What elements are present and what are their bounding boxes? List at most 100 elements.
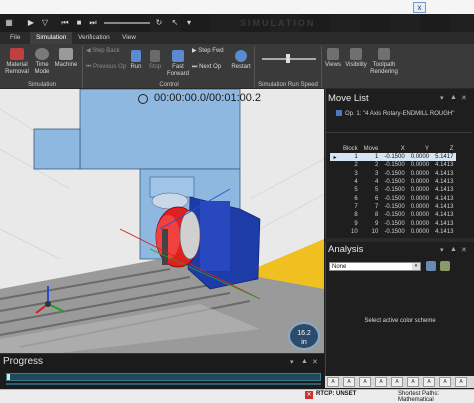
- table-cell: 4.1413: [435, 187, 454, 194]
- close-panel-icon[interactable]: ✕: [312, 358, 318, 366]
- panel-menu-icon[interactable]: ▾: [440, 94, 444, 102]
- row-marker: [330, 161, 340, 169]
- previous-op-button[interactable]: ⏮ Previous Op: [86, 64, 130, 71]
- fast-forward-button[interactable]: Fast Forward: [166, 50, 190, 78]
- table-row[interactable]: 2 2 -0.1500 0.0000 4.1413: [330, 161, 456, 169]
- step-back-icon[interactable]: ▽: [40, 17, 50, 29]
- table-cell: 0.0000: [410, 195, 430, 202]
- views-button[interactable]: Views: [324, 48, 342, 69]
- panel-menu-icon[interactable]: ▾: [440, 246, 444, 254]
- run-speed-slider-thumb[interactable]: [286, 54, 290, 63]
- material-removal-icon: [10, 48, 24, 60]
- row-marker: [330, 186, 340, 194]
- step-fwd-button[interactable]: ▶ Step Fwd: [192, 48, 226, 55]
- rewind-icon[interactable]: ⏮: [60, 17, 70, 29]
- toolpath-icon: [378, 48, 390, 60]
- table-cell: 5: [354, 187, 358, 194]
- panel-tab[interactable]: A: [327, 377, 339, 387]
- table-cell: 2: [354, 162, 358, 169]
- table-cell: 4.1413: [435, 179, 454, 186]
- scale-value: 16.2: [297, 330, 311, 337]
- table-cell: 1: [340, 153, 361, 162]
- fast-forward-icon[interactable]: ⏭: [88, 17, 98, 29]
- scale-badge: 16.2 in: [288, 322, 320, 350]
- panel-tab[interactable]: A: [375, 377, 387, 387]
- close-panel-icon[interactable]: ✕: [461, 246, 467, 254]
- panel-tab[interactable]: A: [407, 377, 419, 387]
- simulation-viewport[interactable]: [0, 89, 324, 353]
- next-op-button[interactable]: ⏭ Next Op: [192, 64, 226, 71]
- table-cell: 5: [375, 187, 379, 194]
- tab-view[interactable]: View: [116, 32, 142, 44]
- table-row[interactable]: ▸ 1 1 -0.1500 0.0000 5.1417: [330, 153, 457, 162]
- move-table[interactable]: Block Move X Y Z ▸ 1 1 -0.1500 0.0000 5.1417 2…: [330, 145, 457, 236]
- machine-icon: [59, 48, 73, 60]
- stop-button[interactable]: Stop: [146, 50, 164, 71]
- table-row[interactable]: 5 5 -0.1500 0.0000 4.1413: [330, 186, 456, 194]
- panel-tab[interactable]: A: [439, 377, 451, 387]
- table-cell: 10: [350, 228, 358, 235]
- table-cell: -0.1500: [384, 162, 405, 169]
- restart-button[interactable]: Restart: [230, 50, 252, 71]
- panel-tab[interactable]: A: [423, 377, 435, 387]
- table-cell: 4.1413: [435, 220, 454, 227]
- stop-icon[interactable]: ■: [74, 17, 84, 29]
- col-block: Block: [343, 146, 358, 152]
- loop-icon[interactable]: ↻: [154, 17, 164, 29]
- progress-bar: [6, 373, 321, 381]
- table-cell: 0.0000: [410, 179, 430, 186]
- panel-splitter[interactable]: [325, 238, 474, 242]
- table-cell: 10: [371, 228, 379, 235]
- table-row[interactable]: 4 4 -0.1500 0.0000 4.1413: [330, 178, 456, 186]
- col-move: Move: [363, 146, 379, 152]
- analysis-settings-icon[interactable]: [426, 261, 436, 271]
- panel-tab[interactable]: A: [359, 377, 371, 387]
- material-removal-button[interactable]: Material Removal: [4, 48, 30, 76]
- table-row[interactable]: 7 7 -0.1500 0.0000 4.1413: [330, 203, 456, 211]
- toolpath-rendering-button[interactable]: Toolpath Rendering: [370, 48, 398, 76]
- progress-subbar: [6, 383, 321, 385]
- menu-icon[interactable]: ▦: [4, 17, 14, 29]
- table-cell: -0.1500: [381, 153, 408, 162]
- control-group-label: Control: [159, 82, 179, 88]
- operation-node[interactable]: Op. 1: "4 Axis Rotary-ENDMILL ROUGH": [336, 110, 454, 117]
- close-panel-icon[interactable]: ✕: [461, 94, 467, 102]
- speed-mini-slider[interactable]: [104, 22, 150, 24]
- visibility-button[interactable]: Visibility: [344, 48, 368, 69]
- pointer-icon[interactable]: ↖: [170, 17, 180, 29]
- stop-square-icon: [150, 50, 160, 62]
- analysis-title: Analysis: [328, 244, 364, 255]
- table-cell: -0.1500: [384, 203, 405, 210]
- open-icon[interactable]: ▾: [184, 17, 194, 29]
- tab-simulation[interactable]: Simulation: [30, 32, 73, 44]
- play-icon[interactable]: ▶: [26, 17, 36, 29]
- panel-menu-icon[interactable]: ▾: [290, 358, 294, 366]
- table-cell: 0.0000: [410, 187, 430, 194]
- panel-tab[interactable]: A: [343, 377, 355, 387]
- table-cell: 2: [375, 162, 379, 169]
- pin-icon[interactable]: ▲: [450, 94, 457, 101]
- table-row[interactable]: 10 10 -0.1500 0.0000 4.1413: [330, 228, 456, 236]
- progress-title: Progress: [3, 356, 44, 367]
- table-row[interactable]: 3 3 -0.1500 0.0000 4.1413: [330, 170, 456, 178]
- table-cell: 9: [354, 220, 358, 227]
- color-scheme-select[interactable]: None ▾: [329, 262, 421, 271]
- tab-file[interactable]: File: [4, 32, 26, 44]
- table-cell: 0.0000: [407, 153, 433, 162]
- time-mode-button[interactable]: Time Mode: [32, 48, 52, 76]
- table-cell: 4.1413: [435, 203, 454, 210]
- run-button[interactable]: Run: [128, 50, 144, 71]
- table-row[interactable]: 6 6 -0.1500 0.0000 4.1413: [330, 194, 456, 202]
- step-back-button[interactable]: ◀ Step Back: [86, 48, 126, 55]
- close-button[interactable]: x: [413, 2, 426, 13]
- tab-verification[interactable]: Verification: [72, 32, 116, 44]
- pin-icon[interactable]: ▲: [301, 358, 308, 365]
- machine-button[interactable]: Machine: [54, 48, 78, 69]
- pin-icon[interactable]: ▲: [450, 246, 457, 253]
- panel-tab[interactable]: A: [455, 377, 467, 387]
- table-row[interactable]: 8 8 -0.1500 0.0000 4.1413: [330, 211, 456, 219]
- analysis-refresh-icon[interactable]: [440, 261, 450, 271]
- table-row[interactable]: 9 9 -0.1500 0.0000 4.1413: [330, 219, 456, 227]
- fast-forward-icon-large: [172, 50, 184, 62]
- panel-tab[interactable]: A: [391, 377, 403, 387]
